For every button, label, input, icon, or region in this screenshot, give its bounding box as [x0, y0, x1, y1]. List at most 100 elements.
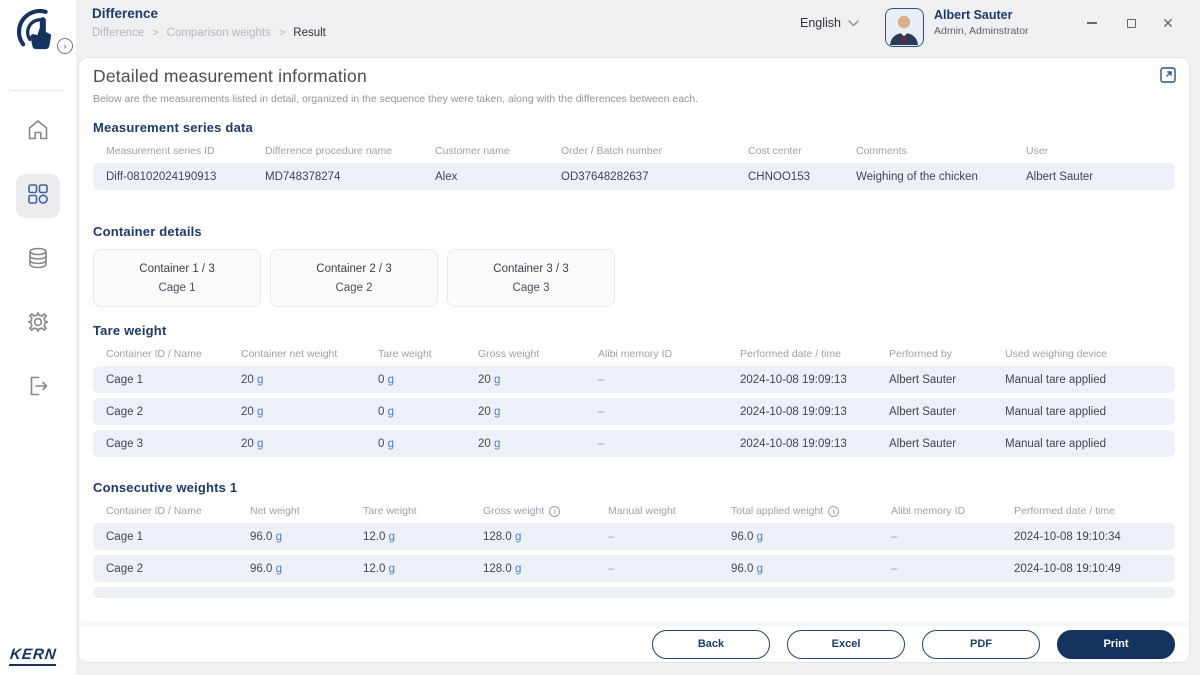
window-maximize-button[interactable] — [1122, 14, 1140, 32]
table-cell: Albert Sauter — [889, 438, 1005, 450]
table-cell: 96.0 g — [731, 531, 891, 543]
close-icon: ✕ — [1162, 15, 1174, 32]
table-cell: – — [891, 531, 1014, 543]
table-cell: Manual tare applied — [1005, 406, 1175, 418]
info-icon: i — [549, 506, 560, 517]
measurement-series-table: Measurement series IDDifference procedur… — [93, 145, 1175, 190]
sidebar-divider — [11, 90, 63, 91]
section-title-tare-weight: Tare weight — [93, 323, 1175, 338]
sidebar-item-database[interactable] — [16, 238, 60, 282]
language-selector[interactable]: English — [800, 14, 859, 32]
table-row: Cage 220 g0 g20 g–2024-10-08 19:09:13Alb… — [93, 398, 1175, 425]
window-close-button[interactable]: ✕ — [1159, 14, 1177, 32]
sidebar-item-home[interactable] — [16, 110, 60, 154]
column-header: Comments — [856, 145, 1026, 157]
column-header: Customer name — [435, 145, 561, 157]
breadcrumb-separator-icon: > — [152, 27, 158, 39]
table-cell: 2024-10-08 19:10:34 — [1014, 531, 1175, 543]
column-header: Alibi memory ID — [891, 505, 1014, 517]
section-title-consecutive-weights: Consecutive weights 1 — [93, 480, 1175, 495]
column-header: Container net weight — [241, 348, 378, 360]
table-row: Diff-08102024190913MD748378274AlexOD3764… — [93, 163, 1175, 190]
table-cell: 12.0 g — [363, 563, 483, 575]
kern-brand-logo: KERN — [9, 646, 58, 666]
maximize-icon — [1127, 19, 1136, 28]
table-header-row: Container ID / NameNet weightTare weight… — [93, 505, 1175, 517]
user-name: Albert Sauter — [934, 8, 1013, 22]
table-cell: – — [598, 374, 740, 386]
column-header: Total applied weighti — [731, 505, 891, 517]
table-row: Cage 320 g0 g20 g–2024-10-08 19:09:13Alb… — [93, 430, 1175, 457]
main-content-card: Detailed measurement information Below a… — [78, 57, 1190, 663]
table-cell: 2024-10-08 19:09:13 — [740, 438, 889, 450]
container-card: Container 2 / 3Cage 2 — [270, 249, 438, 307]
container-card: Container 1 / 3Cage 1 — [93, 249, 261, 307]
card-body: Detailed measurement information Below a… — [79, 58, 1189, 626]
column-header: Container ID / Name — [106, 348, 241, 360]
table-cell: 12.0 g — [363, 531, 483, 543]
breadcrumb-item[interactable]: Difference — [92, 27, 144, 39]
action-footer: Back Excel PDF Print — [79, 626, 1189, 662]
breadcrumb: Difference > Comparison weights > Result — [92, 27, 326, 39]
user-role: Admin, Adminstrator — [934, 25, 1029, 37]
table-cell: Manual tare applied — [1005, 374, 1175, 386]
page-title: Detailed measurement information — [93, 66, 1175, 87]
column-header: Gross weight — [478, 348, 598, 360]
logout-icon — [25, 373, 51, 404]
top-header: Difference Difference > Comparison weights… — [76, 0, 1200, 57]
table-cell: 20 g — [478, 406, 598, 418]
container-card-label: Container 3 / 3 — [493, 263, 568, 275]
sidebar-item-settings[interactable] — [16, 302, 60, 346]
table-cell: Albert Sauter — [889, 374, 1005, 386]
app-window: { "colors": {"brand_navy": "#14335e", "r… — [0, 0, 1200, 675]
language-label: English — [800, 16, 841, 30]
user-avatar[interactable] — [885, 8, 924, 47]
sidebar: KERN — [0, 0, 76, 675]
container-card: Container 3 / 3Cage 3 — [447, 249, 615, 307]
table-cell: OD37648282637 — [561, 171, 748, 183]
container-card-name: Cage 1 — [158, 282, 195, 294]
table-cell: 20 g — [478, 438, 598, 450]
breadcrumb-separator-icon: > — [279, 27, 285, 39]
table-cell: 96.0 g — [731, 563, 891, 575]
back-button[interactable]: Back — [652, 630, 770, 659]
sidebar-item-apps[interactable] — [16, 174, 60, 218]
column-header: Performed by — [889, 348, 1005, 360]
table-cell: 0 g — [378, 406, 478, 418]
table-row: Cage 196.0 g12.0 g128.0 g–96.0 g–2024-10… — [93, 523, 1175, 550]
column-header: Used weighing device — [1005, 348, 1175, 360]
table-cell: CHNOO153 — [748, 171, 856, 183]
table-cell: – — [598, 438, 740, 450]
settings-gear-icon — [25, 309, 51, 340]
sidebar-expand-chevron-button[interactable]: › — [57, 38, 73, 54]
sidebar-item-logout[interactable] — [16, 366, 60, 410]
table-cell: 96.0 g — [250, 563, 363, 575]
page-header-title: Difference — [92, 6, 158, 21]
table-cell: 128.0 g — [483, 531, 608, 543]
info-icon: i — [828, 506, 839, 517]
print-button[interactable]: Print — [1057, 630, 1175, 659]
table-cell: MD748378274 — [265, 171, 435, 183]
breadcrumb-item[interactable]: Comparison weights — [167, 27, 271, 39]
table-cell: 96.0 g — [250, 531, 363, 543]
table-cell: – — [608, 563, 731, 575]
column-header: Alibi memory ID — [598, 348, 740, 360]
consecutive-weights-table: Container ID / NameNet weightTare weight… — [93, 505, 1175, 582]
table-cell: 20 g — [241, 374, 378, 386]
table-row-partial — [93, 587, 1175, 598]
pdf-button[interactable]: PDF — [922, 630, 1040, 659]
breadcrumb-item[interactable]: Result — [293, 27, 326, 39]
table-cell: Cage 3 — [106, 438, 241, 450]
window-minimize-button[interactable] — [1083, 14, 1101, 32]
chevron-down-icon — [848, 14, 859, 32]
table-cell: 0 g — [378, 438, 478, 450]
section-title-container-details: Container details — [93, 224, 1175, 239]
table-cell: Cage 1 — [106, 531, 250, 543]
excel-button[interactable]: Excel — [787, 630, 905, 659]
table-cell: Manual tare applied — [1005, 438, 1175, 450]
container-cards-row: Container 1 / 3Cage 1Container 2 / 3Cage… — [93, 249, 1175, 307]
apps-grid-icon — [25, 181, 51, 212]
table-header-row: Measurement series IDDifference procedur… — [93, 145, 1175, 157]
column-header: Manual weight — [608, 505, 731, 517]
table-cell: 2024-10-08 19:10:49 — [1014, 563, 1175, 575]
